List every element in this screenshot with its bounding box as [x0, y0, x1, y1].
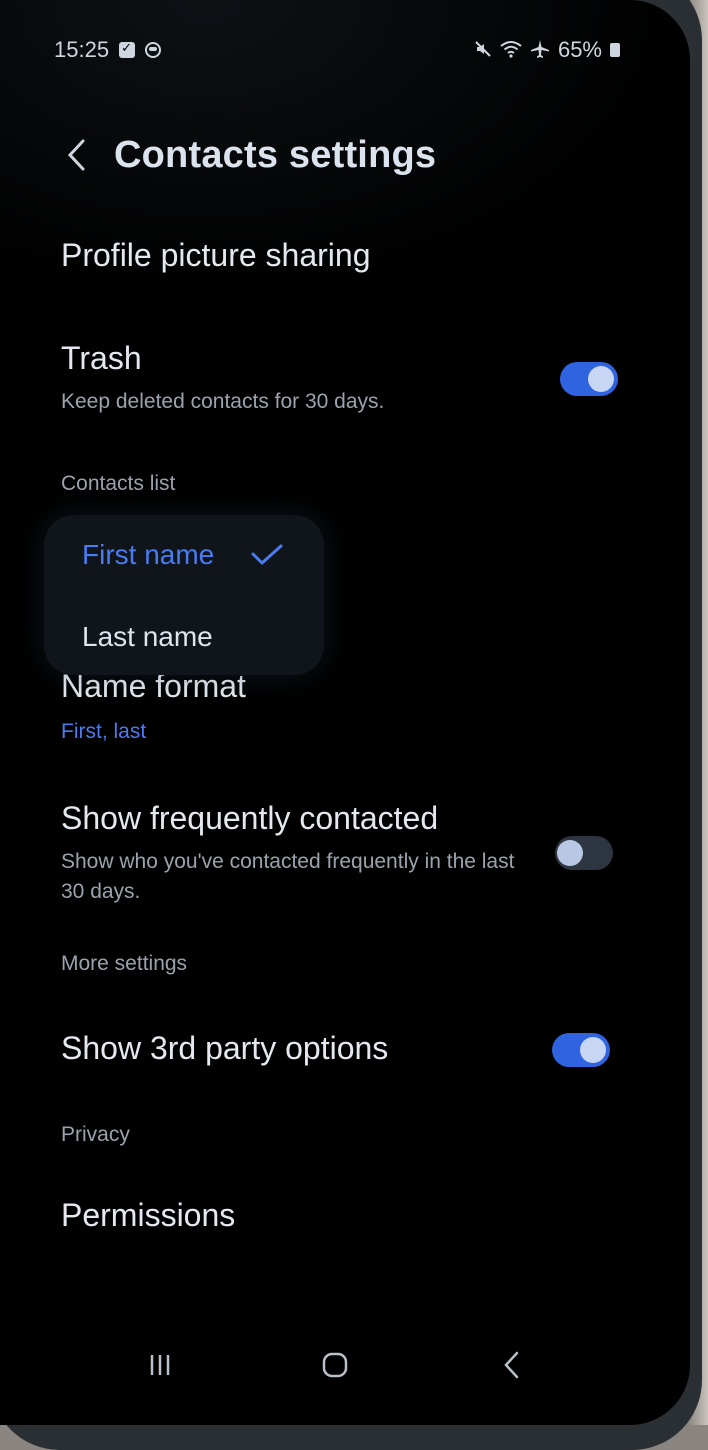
check-icon — [251, 544, 283, 565]
trash-item[interactable]: Trash Keep deleted contacts for 30 days. — [61, 340, 610, 417]
frequently-contacted-subtitle: Show who you've contacted frequently in … — [61, 850, 515, 903]
back-button[interactable] — [58, 135, 94, 175]
permissions-item[interactable]: Permissions — [61, 1197, 610, 1234]
battery-percent: 65% — [557, 37, 602, 62]
section-privacy: Privacy — [61, 1123, 130, 1146]
third-party-options-toggle[interactable] — [552, 1033, 610, 1067]
popup-option-first-name[interactable]: First name — [82, 539, 284, 571]
trash-subtitle: Keep deleted contacts for 30 days. — [61, 390, 385, 413]
section-contacts-list: Contacts list — [61, 472, 176, 495]
third-party-options-item[interactable]: Show 3rd party options — [61, 1030, 610, 1067]
screen: 15:25 65% Contacts settings Profile pict… — [0, 0, 690, 1425]
home-button[interactable] — [305, 1335, 365, 1395]
trash-toggle[interactable] — [560, 362, 618, 396]
third-party-options-title: Show 3rd party options — [61, 1030, 389, 1066]
name-format-value: First, last — [61, 720, 147, 743]
status-time: 15:25 — [54, 37, 110, 62]
frequently-contacted-item[interactable]: Show frequently contacted Show who you'v… — [61, 800, 610, 907]
profile-picture-sharing-title: Profile picture sharing — [61, 237, 371, 273]
profile-picture-sharing-item[interactable]: Profile picture sharing — [61, 237, 610, 274]
back-chevron-icon — [67, 139, 85, 171]
circle-notification-icon — [145, 42, 162, 58]
checkbox-notification-icon — [119, 40, 136, 58]
permissions-title: Permissions — [61, 1197, 236, 1233]
name-format-popup: First name Last name — [44, 515, 324, 675]
frequently-contacted-title: Show frequently contacted — [61, 800, 439, 836]
app-header: Contacts settings — [58, 125, 650, 185]
trash-title: Trash — [61, 340, 142, 376]
airplane-icon — [530, 39, 550, 62]
home-icon — [322, 1352, 348, 1378]
back-icon — [504, 1351, 519, 1379]
wifi-icon — [500, 40, 522, 61]
page-title: Contacts settings — [114, 133, 437, 176]
recents-icon — [150, 1355, 170, 1375]
popup-option-label: First name — [82, 539, 215, 570]
battery-icon — [610, 43, 620, 57]
section-more-settings: More settings — [61, 952, 188, 975]
status-bar: 15:25 65% — [54, 30, 620, 70]
name-format-item[interactable]: Name format First, last — [61, 668, 610, 747]
navigation-bar — [0, 1335, 690, 1395]
mute-icon — [474, 40, 492, 61]
nav-back-button[interactable] — [482, 1335, 542, 1395]
frequently-contacted-toggle[interactable] — [555, 836, 613, 870]
popup-option-label: Last name — [82, 621, 213, 652]
popup-option-last-name[interactable]: Last name — [82, 621, 213, 653]
recents-button[interactable] — [130, 1335, 190, 1395]
